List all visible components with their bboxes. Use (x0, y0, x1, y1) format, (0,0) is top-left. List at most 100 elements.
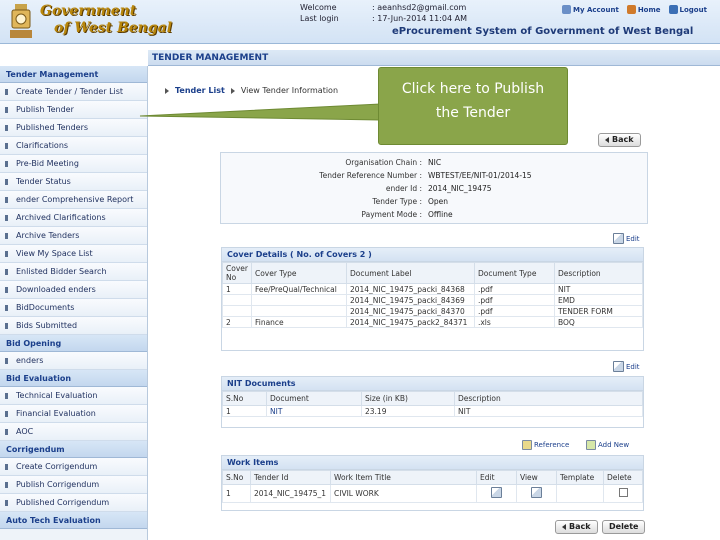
my-account-link[interactable]: My Account (562, 5, 619, 14)
cell: EMD (553, 294, 644, 306)
sidebar-head-tender-management[interactable]: Tender Management (0, 66, 147, 83)
col-delete: Delete (603, 470, 643, 485)
cell: 1 (222, 405, 267, 417)
sidebar-head-bid-opening[interactable]: Bid Opening (0, 335, 147, 352)
reference-label: Reference (534, 441, 570, 449)
cell: NIT (454, 405, 643, 417)
cell (250, 305, 347, 317)
cell: 2014_NIC_19475_pack2_84371 (345, 316, 475, 328)
cell: .pdf (473, 294, 555, 306)
sidebar-item-opening-tenders[interactable]: enders (0, 352, 147, 370)
sidebar-item-clarifications[interactable]: Clarifications (0, 137, 147, 155)
sidebar-item-publish-corrigendum[interactable]: Publish Corrigendum (0, 476, 147, 494)
nit-documents-section: NIT Documents S.No Document Size (in KB)… (221, 376, 644, 428)
sidebar-item-create-corrigendum[interactable]: Create Corrigendum (0, 458, 147, 476)
sidebar-item-published-corrigendum[interactable]: Published Corrigendum (0, 494, 147, 512)
cell: 2014_NIC_19475_1 (250, 484, 331, 503)
view-icon[interactable] (531, 487, 542, 498)
table-row: 2014_NIC_19475_packi_84369 .pdf EMD (222, 294, 644, 306)
cell: Fee/PreQual/Technical (250, 283, 347, 295)
back-button-top[interactable]: Back (598, 133, 641, 147)
cell: 1 (222, 283, 252, 295)
col-work-item-title: Work Item Title (330, 470, 477, 485)
cell: 2014_NIC_19475_packi_84369 (345, 294, 475, 306)
info-value: 2014_NIC_19475 (428, 184, 492, 193)
cover-edit-link[interactable]: Edit (613, 233, 640, 244)
site-logo[interactable]: Government of West Bengal (40, 3, 172, 37)
back-label-bottom: Back (569, 522, 591, 531)
cell (250, 294, 347, 306)
sidebar-head-auto-tech-evaluation[interactable]: Auto Tech Evaluation (0, 512, 147, 529)
sidebar-item-downloaded-tenders[interactable]: Downloaded enders (0, 281, 147, 299)
info-row-payment-mode: Payment Mode : Offline (221, 210, 649, 219)
account-icon (562, 5, 571, 14)
sidebar-item-archived-clarifications[interactable]: Archived Clarifications (0, 209, 147, 227)
edit-icon (613, 361, 624, 372)
callout-line1: Click here to Publish (401, 81, 545, 97)
breadcrumb-tender-list[interactable]: Tender List (175, 86, 225, 95)
cell (476, 484, 517, 503)
back-arrow-icon (605, 137, 609, 143)
sidebar-item-tender-status[interactable]: Tender Status (0, 173, 147, 191)
col-cover-type: Cover Type (250, 262, 347, 284)
logout-icon (668, 5, 678, 14)
logout-link[interactable]: Logout (668, 5, 707, 14)
last-login-value: : 17-Jun-2014 11:04 AM (372, 14, 468, 23)
delete-checkbox[interactable] (618, 488, 628, 497)
col-cover-no: Cover No (222, 262, 252, 284)
nit-documents-title: NIT Documents (222, 377, 643, 391)
edit-icon (613, 233, 624, 244)
info-value: NIC (428, 158, 442, 167)
sidebar-item-bidder-search[interactable]: Enlisted Bidder Search (0, 263, 147, 281)
reference-icon (522, 440, 532, 450)
welcome-value: : aeanhsd2@gmail.com (372, 3, 467, 12)
col-tender-id: Tender Id (250, 470, 331, 485)
col-sno: S.No (222, 470, 251, 485)
sidebar-item-technical-evaluation[interactable]: Technical Evaluation (0, 387, 147, 405)
edit-icon[interactable] (491, 487, 502, 498)
nit-documents-table: S.No Document Size (in KB) Description 1… (222, 391, 643, 417)
cell (222, 305, 252, 317)
back-arrow-icon (562, 524, 566, 530)
nit-edit-link[interactable]: Edit (613, 361, 640, 372)
info-value: WBTEST/EE/NIT-01/2014-15 (428, 171, 532, 180)
sidebar-item-my-space[interactable]: View My Space List (0, 245, 147, 263)
home-link[interactable]: Home (626, 5, 661, 14)
col-description: Description (454, 391, 643, 406)
info-row-organisation: Organisation Chain : NIC (221, 158, 649, 167)
table-row: 2 Finance 2014_NIC_19475_pack2_84371 .xl… (222, 316, 644, 328)
system-title: eProcurement System of Government of Wes… (392, 26, 694, 37)
sidebar-item-bids-submitted[interactable]: Bids Submitted (0, 317, 147, 335)
back-label-top: Back (612, 135, 634, 144)
sidebar-item-comprehensive-report[interactable]: ender Comprehensive Report (0, 191, 147, 209)
reference-link[interactable]: Reference (522, 440, 569, 450)
cell[interactable]: NIT (266, 405, 362, 417)
panel-title: TENDER MANAGEMENT (148, 50, 720, 66)
home-icon (626, 5, 636, 14)
back-button-bottom[interactable]: Back (555, 520, 598, 534)
sidebar-head-bid-evaluation[interactable]: Bid Evaluation (0, 370, 147, 387)
table-row: 1 NIT 23.19 NIT (222, 405, 643, 417)
sidebar-item-archive-tenders[interactable]: Archive Tenders (0, 227, 147, 245)
sidebar-item-financial-evaluation[interactable]: Financial Evaluation (0, 405, 147, 423)
logout-label: Logout (679, 5, 707, 14)
sidebar-item-aoc[interactable]: AOC (0, 423, 147, 441)
sidebar-item-published-tenders[interactable]: Published Tenders (0, 119, 147, 137)
cell: 1 (222, 484, 251, 503)
col-view: View (516, 470, 557, 485)
sidebar-item-pre-bid-meeting[interactable]: Pre-Bid Meeting (0, 155, 147, 173)
sidebar-item-publish-tender[interactable]: Publish Tender (0, 101, 147, 119)
sidebar-item-bid-documents[interactable]: BidDocuments (0, 299, 147, 317)
col-document-label: Document Label (345, 262, 475, 284)
delete-button[interactable]: Delete (602, 520, 646, 534)
add-new-link[interactable]: Add New (586, 440, 629, 450)
home-label: Home (637, 5, 661, 14)
work-items-title: Work Items (222, 456, 643, 470)
sidebar-item-create-tender[interactable]: Create Tender / Tender List (0, 83, 147, 101)
cell: 2 (222, 316, 252, 328)
sidebar-head-corrigendum[interactable]: Corrigendum (0, 441, 147, 458)
cell: 23.19 (361, 405, 455, 417)
info-row-reference: Tender Reference Number : WBTEST/EE/NIT-… (221, 171, 649, 180)
info-row-tender-id: ender Id : 2014_NIC_19475 (221, 184, 649, 193)
cell (603, 484, 643, 503)
